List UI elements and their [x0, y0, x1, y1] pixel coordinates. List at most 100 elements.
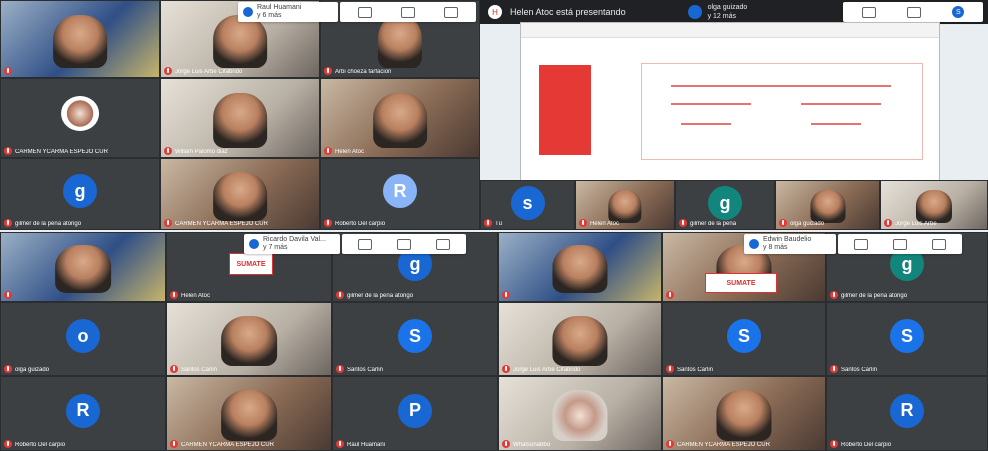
more-options-icon[interactable] [444, 6, 459, 18]
slide-text-line [671, 85, 891, 87]
video-tile[interactable]: g gilmer de la peña [675, 180, 775, 230]
presenting-text: Helen Atoc está presentando [510, 7, 626, 17]
more-options-icon[interactable] [932, 238, 947, 250]
avatar: S [727, 319, 761, 354]
meeting-toolbar [340, 2, 476, 22]
slide-text-line [671, 103, 751, 105]
avatar [249, 239, 259, 249]
present-icon[interactable] [400, 6, 415, 18]
captions-icon[interactable] [853, 238, 868, 250]
avatar: R [383, 174, 417, 209]
mic-muted-icon [884, 219, 892, 227]
sumate-sign: SUMATE [705, 273, 777, 293]
video-tile[interactable]: Whatsonabbo [498, 376, 662, 451]
video-tile[interactable]: CARMEN YCARMA ESPEJO CUR [166, 376, 332, 451]
video-tile[interactable]: R Roberto Del carpio [826, 376, 988, 451]
avatar: g [63, 174, 97, 209]
mic-muted-icon [164, 219, 172, 227]
more-options-icon[interactable] [436, 238, 451, 250]
participant-name: CARMEN YCARMA ESPEJO CUR [15, 149, 108, 155]
participant-name: Santos Carlin [181, 367, 218, 373]
mic-muted-icon [502, 291, 510, 299]
avatar: g [708, 186, 742, 221]
mic-muted-icon [666, 365, 674, 373]
overflow-name: olga guizado [707, 4, 748, 11]
mic-muted-icon [164, 67, 172, 75]
participant-video [373, 93, 427, 148]
mic-muted-icon [170, 291, 178, 299]
participant-name: Jorge Luis Arbe [895, 221, 937, 227]
participant-name: Whatsonabbo [513, 442, 551, 448]
mic-muted-icon [4, 365, 12, 373]
participant-name: Willam Palomo diaz [175, 149, 228, 155]
participant-name: Helen Atoc [335, 149, 365, 155]
video-tile[interactable]: o olga guizado [0, 302, 166, 376]
avatar: R [66, 393, 100, 428]
present-icon[interactable] [396, 238, 411, 250]
captions-icon[interactable] [861, 6, 876, 18]
video-tile[interactable]: Santos Carlin [166, 302, 332, 376]
video-tile[interactable]: CARMEN YCARMA ESPEJO CUR [662, 376, 826, 451]
video-tile[interactable]: S Santos Carlin [662, 302, 826, 376]
participants-overflow-bar[interactable]: Ricardo Davila Val... y 7 más [244, 234, 340, 254]
video-tile[interactable]: R Roberto Del carpio [0, 376, 166, 451]
video-tile[interactable]: S Santos Carlin [826, 302, 988, 376]
video-tile[interactable]: s Tú [480, 180, 575, 230]
video-tile[interactable]: olga guizado [775, 180, 880, 230]
participant-video [915, 189, 953, 224]
present-icon[interactable] [906, 6, 921, 18]
avatar[interactable]: S [952, 6, 965, 18]
slide-text-line [801, 103, 881, 105]
captions-icon[interactable] [357, 6, 372, 18]
video-tile[interactable]: P Raul Huamani [332, 376, 498, 451]
video-tile[interactable]: R Roberto Del carpio [320, 158, 480, 230]
video-tile[interactable] [498, 232, 662, 302]
participants-overflow-bar[interactable]: Raul Huamani y 6 más [238, 2, 338, 22]
video-tile[interactable] [0, 232, 166, 302]
overflow-name: Raul Huamani [257, 4, 302, 11]
video-tile[interactable]: CARMEN YCARMA ESPEJO CUR [160, 158, 320, 230]
mic-muted-icon [830, 365, 838, 373]
participant-video [809, 189, 846, 224]
participant-name: Roberto Del carpio [841, 442, 892, 448]
participant-name: CARMEN YCARMA ESPEJO CUR [175, 221, 268, 227]
slide-panel [641, 63, 923, 160]
present-icon[interactable] [892, 238, 907, 250]
participant-name: gilmer de la peña atongo [347, 293, 414, 299]
participant-name: Jorge Luis Arbe Cifabrido [513, 367, 581, 373]
mic-muted-icon [830, 440, 838, 448]
participant-name: Santos Carlin [347, 367, 384, 373]
sumate-logo: SUMATE [229, 253, 273, 275]
participant-video [53, 14, 107, 68]
video-tile[interactable]: S Santos Carlin [332, 302, 498, 376]
mic-muted-icon [779, 219, 787, 227]
video-tile[interactable] [0, 0, 160, 78]
avatar: s [510, 186, 545, 221]
video-tile[interactable]: Helen Atoc [320, 78, 480, 158]
video-tile[interactable]: g gilmer de la peña atongo [0, 158, 160, 230]
mic-muted-icon [170, 440, 178, 448]
mic-muted-icon [666, 440, 674, 448]
captions-icon[interactable] [357, 238, 372, 250]
participant-video [61, 96, 99, 132]
mic-muted-icon [4, 147, 12, 155]
video-tile[interactable]: Jorge Luis Arbe [880, 180, 988, 230]
avatar [687, 5, 702, 19]
meeting-toolbar: S [843, 2, 983, 22]
participant-name: Roberto Del carpio [335, 221, 386, 227]
mic-muted-icon [336, 291, 344, 299]
slide-logo-block [539, 65, 591, 155]
slide-text-line [681, 123, 731, 125]
participant-video [221, 390, 277, 442]
participant-video [213, 171, 267, 221]
participant-name: Santos Carlin [841, 367, 878, 373]
video-tile[interactable]: CARMEN YCARMA ESPEJO CUR [0, 78, 160, 158]
video-tile[interactable]: Helen Atoc [575, 180, 675, 230]
participant-name: Roberto Del carpio [15, 442, 66, 448]
mic-muted-icon [4, 291, 12, 299]
participants-overflow-bar[interactable]: Edwin Baudelio y 8 más [744, 234, 836, 254]
avatar: H [488, 5, 502, 19]
video-tile[interactable]: Jorge Luis Arbe Cifabrido [498, 302, 662, 376]
video-tile[interactable]: Willam Palomo diaz [160, 78, 320, 158]
participant-video [552, 390, 608, 442]
